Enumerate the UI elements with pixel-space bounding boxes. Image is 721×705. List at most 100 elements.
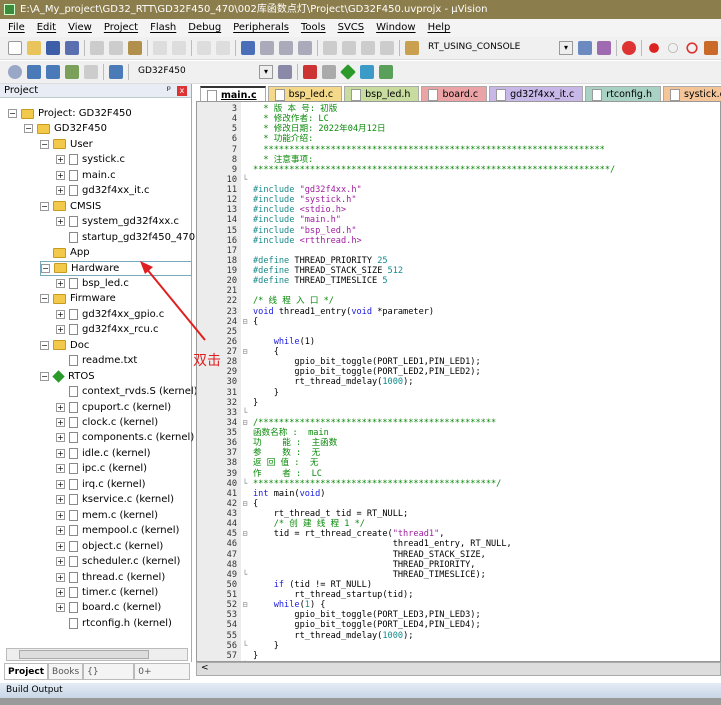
nav-back-icon[interactable]	[197, 41, 211, 55]
select-software-packs-icon[interactable]	[379, 65, 393, 79]
tree-item[interactable]: + system_gd32f4xx.c	[56, 214, 179, 229]
find-in-files-icon[interactable]	[405, 41, 419, 55]
menu-item-flash[interactable]: Flash	[150, 19, 176, 37]
collapse-icon[interactable]: −	[41, 263, 50, 273]
tab-books[interactable]: Books	[48, 663, 84, 680]
tree-item[interactable]: + gd32f4xx_rcu.c	[56, 322, 159, 337]
expand-icon[interactable]: +	[56, 587, 65, 597]
expand-icon[interactable]: +	[56, 155, 65, 165]
tree-item[interactable]: + mempool.c (kernel)	[56, 523, 179, 538]
tree-item[interactable]: context_rvds.S (kernel)	[56, 384, 198, 399]
kill-breakpoints-icon[interactable]	[686, 42, 698, 54]
tree-item[interactable]: + idle.c (kernel)	[56, 446, 151, 461]
collapse-icon[interactable]: −	[40, 371, 49, 381]
collapse-icon[interactable]: −	[40, 201, 49, 211]
tree-item[interactable]: − GD32F450	[24, 121, 107, 136]
disable-breakpoint-icon[interactable]	[668, 43, 678, 53]
tree-item[interactable]: + mem.c (kernel)	[56, 508, 158, 523]
expand-icon[interactable]: +	[56, 309, 65, 319]
expand-icon[interactable]: +	[56, 418, 65, 427]
tree-item[interactable]: + gd32f4xx_gpio.c	[56, 307, 164, 322]
project-hscrollbar[interactable]	[6, 648, 188, 661]
expand-icon[interactable]: +	[56, 603, 65, 613]
unindent-icon[interactable]	[342, 41, 356, 55]
tree-item[interactable]: − Project: GD32F450	[8, 106, 132, 121]
menu-item-window[interactable]: Window	[376, 19, 415, 37]
expand-icon[interactable]: +	[56, 464, 65, 474]
tab-functions[interactable]: {} Func...	[83, 663, 135, 693]
editor-hscrollbar[interactable]: <	[196, 662, 721, 676]
nav-forward-icon[interactable]	[216, 41, 230, 55]
menu-item-debug[interactable]: Debug	[188, 19, 221, 37]
breakpoint-icon[interactable]	[649, 43, 659, 53]
new-file-icon[interactable]	[8, 41, 22, 55]
target-combo[interactable]: GD32F450	[134, 64, 254, 80]
tree-item[interactable]: + scheduler.c (kernel)	[56, 554, 180, 569]
tab-templates[interactable]: 0+ Temp...	[134, 663, 190, 693]
scroll-left-arrow[interactable]: <	[201, 663, 209, 673]
collapse-icon[interactable]: −	[40, 294, 49, 304]
indent-icon[interactable]	[323, 41, 337, 55]
expand-icon[interactable]: +	[56, 495, 65, 505]
tree-item[interactable]: + board.c (kernel)	[56, 600, 161, 615]
close-icon[interactable]: x	[177, 86, 187, 96]
chevron-down-icon[interactable]: ▾	[259, 65, 273, 79]
comment-icon[interactable]	[361, 41, 375, 55]
expand-icon[interactable]: +	[56, 448, 65, 458]
tree-item[interactable]: + irq.c (kernel)	[56, 477, 146, 492]
expand-icon[interactable]: +	[56, 541, 65, 551]
tree-item[interactable]: + systick.c	[56, 152, 125, 167]
copy-icon[interactable]	[109, 41, 123, 55]
rebuild-icon[interactable]	[46, 65, 60, 79]
manage-components-icon[interactable]	[303, 65, 317, 79]
file-extensions-icon[interactable]	[322, 65, 336, 79]
expand-icon[interactable]: +	[56, 217, 65, 227]
translate-icon[interactable]	[8, 65, 22, 79]
editor-tab[interactable]: rtconfig.h	[585, 86, 662, 101]
menu-item-peripherals[interactable]: Peripherals	[233, 19, 289, 37]
expand-icon[interactable]: +	[56, 557, 65, 567]
expand-icon[interactable]: +	[56, 402, 65, 412]
expand-icon[interactable]: +	[56, 526, 65, 536]
menu-item-edit[interactable]: Edit	[37, 19, 56, 37]
clear-bookmarks-icon[interactable]	[298, 41, 312, 55]
scrollbar-thumb[interactable]	[19, 650, 149, 659]
build-icon[interactable]	[27, 65, 41, 79]
configure-icon[interactable]	[704, 41, 718, 55]
expand-icon[interactable]: +	[56, 433, 65, 443]
menu-item-svcs[interactable]: SVCS	[338, 19, 365, 37]
expand-icon[interactable]: +	[56, 510, 65, 520]
tree-item[interactable]: readme.txt	[56, 353, 137, 368]
tree-item[interactable]: + main.c	[56, 168, 116, 183]
code-editor[interactable]: 3 * 版 本 号: 初版 4 * 修改作者: LC 5 * 修改日期: 2022年…	[196, 101, 721, 662]
tree-item[interactable]: − Doc	[40, 338, 89, 353]
expand-icon[interactable]: +	[56, 479, 65, 489]
tree-item[interactable]: + thread.c (kernel)	[56, 570, 165, 585]
tree-item[interactable]: − User	[40, 137, 93, 152]
collapse-icon[interactable]: −	[24, 124, 33, 134]
paste-icon[interactable]	[128, 41, 142, 55]
tree-item[interactable]: + cpuport.c (kernel)	[56, 400, 171, 415]
incremental-find-icon[interactable]	[597, 41, 611, 55]
tree-item[interactable]: App	[40, 245, 90, 260]
menu-item-file[interactable]: File	[8, 19, 25, 37]
tree-item[interactable]: + clock.c (kernel)	[56, 415, 158, 430]
editor-tab[interactable]: gd32f4xx_it.c	[489, 86, 584, 101]
expand-icon[interactable]: +	[56, 278, 65, 288]
chevron-down-icon[interactable]: ▾	[559, 41, 573, 55]
find-icon[interactable]	[578, 41, 592, 55]
save-icon[interactable]	[46, 41, 60, 55]
tab-project[interactable]: Project	[4, 663, 49, 680]
debug-session-icon[interactable]	[622, 41, 636, 55]
menu-item-tools[interactable]: Tools	[301, 19, 326, 37]
undo-icon[interactable]	[153, 41, 167, 55]
tree-item[interactable]: − Hardware	[40, 260, 192, 276]
tree-item[interactable]: + components.c (kernel)	[56, 430, 194, 445]
editor-tab[interactable]: main.c	[200, 86, 266, 102]
download-icon[interactable]	[109, 65, 123, 79]
tree-item[interactable]: − CMSIS	[40, 199, 101, 214]
collapse-icon[interactable]: −	[40, 139, 49, 149]
collapse-icon[interactable]: −	[8, 109, 17, 118]
pin-icon[interactable]: ᵖ	[167, 84, 171, 98]
uncomment-icon[interactable]	[380, 41, 394, 55]
